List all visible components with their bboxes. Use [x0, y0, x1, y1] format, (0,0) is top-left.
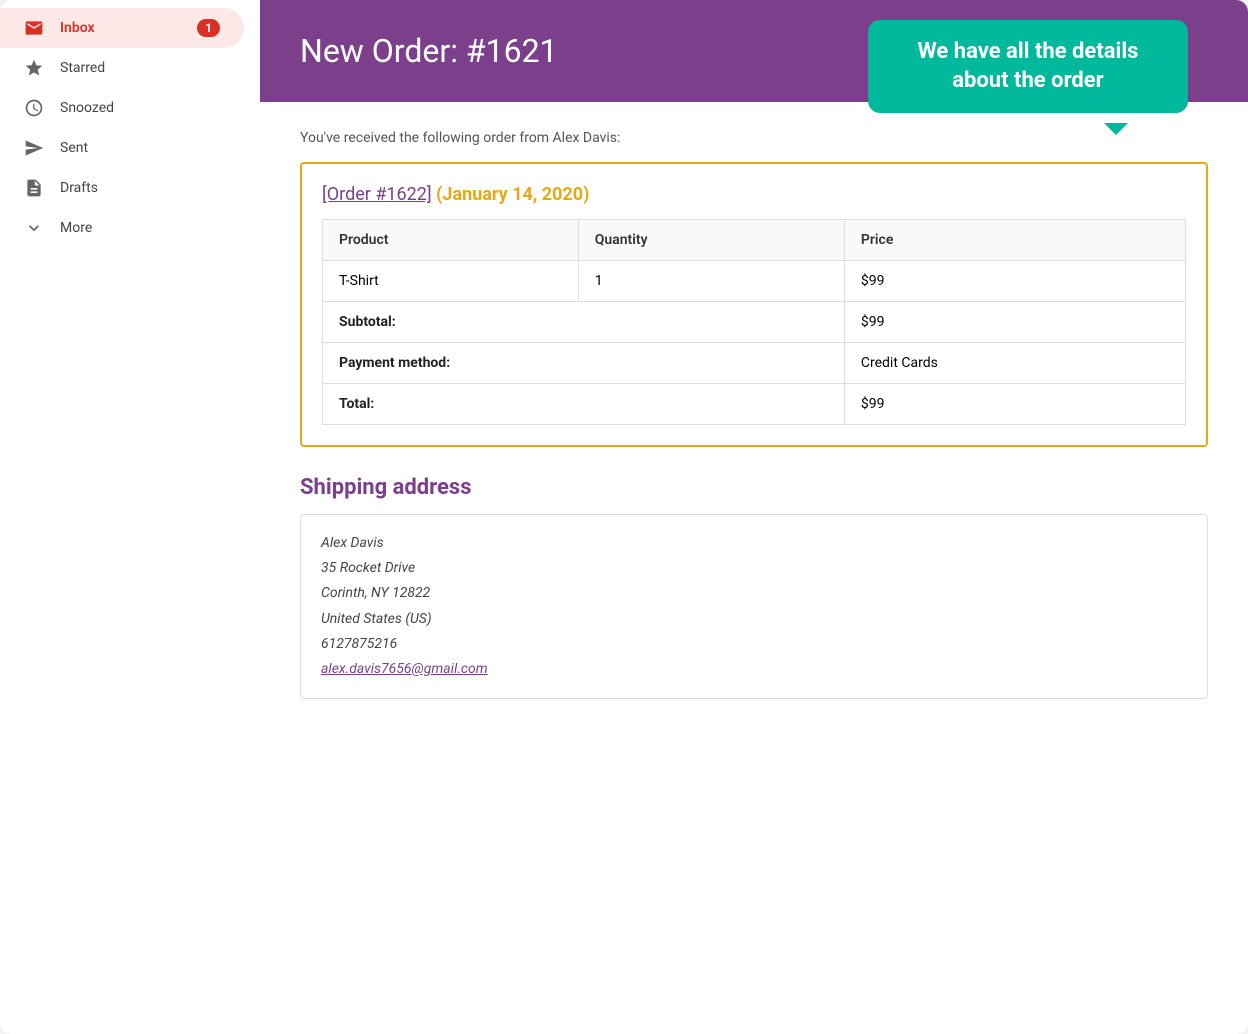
- inbox-icon: [24, 18, 44, 38]
- from-line: You've received the following order from…: [300, 130, 1208, 146]
- sidebar-item-label: Sent: [60, 140, 88, 156]
- product-name: T-Shirt: [323, 261, 579, 302]
- email-header: New Order: #1621 We have all the details…: [260, 0, 1248, 102]
- chevron-down-icon: [24, 218, 44, 238]
- product-quantity: 1: [578, 261, 844, 302]
- sidebar-item-label: Starred: [60, 60, 105, 76]
- order-link[interactable]: [Order #1622]: [322, 184, 432, 205]
- address-phone: 6127875216: [321, 632, 1187, 657]
- clock-icon: [24, 98, 44, 118]
- address-name: Alex Davis: [321, 531, 1187, 556]
- address-email[interactable]: alex.davis7656@gmail.com: [321, 661, 488, 677]
- address-city: Corinth, NY 12822: [321, 581, 1187, 606]
- table-row: T-Shirt 1 $99: [323, 261, 1186, 302]
- order-table: Product Quantity Price T-Shirt 1 $99 Sub…: [322, 219, 1186, 425]
- total-row: Total: $99: [323, 384, 1186, 425]
- subtotal-label: Subtotal:: [323, 302, 845, 343]
- order-date: (January 14, 2020): [436, 184, 589, 205]
- email-panel: New Order: #1621 We have all the details…: [260, 0, 1248, 1034]
- payment-label: Payment method:: [323, 343, 845, 384]
- sidebar-item-starred[interactable]: Starred: [0, 48, 244, 88]
- table-header-row: Product Quantity Price: [323, 220, 1186, 261]
- address-box: Alex Davis 35 Rocket Drive Corinth, NY 1…: [300, 514, 1208, 699]
- sidebar-item-sent[interactable]: Sent: [0, 128, 244, 168]
- star-icon: [24, 58, 44, 78]
- sidebar-item-drafts[interactable]: Drafts: [0, 168, 244, 208]
- sidebar-item-label: More: [60, 220, 92, 236]
- sidebar-item-label: Snoozed: [60, 100, 114, 116]
- sidebar-item-inbox[interactable]: Inbox 1: [0, 8, 244, 48]
- draft-icon: [24, 178, 44, 198]
- product-price: $99: [844, 261, 1185, 302]
- tooltip-bubble: We have all the details about the order: [868, 20, 1188, 113]
- inbox-badge: 1: [197, 19, 220, 37]
- shipping-section: Shipping address Alex Davis 35 Rocket Dr…: [300, 475, 1208, 699]
- address-street: 35 Rocket Drive: [321, 556, 1187, 581]
- sidebar-item-label: Inbox: [60, 20, 95, 36]
- total-label: Total:: [323, 384, 845, 425]
- payment-value: Credit Cards: [844, 343, 1185, 384]
- address-country: United States (US): [321, 607, 1187, 632]
- sidebar-item-label: Drafts: [60, 180, 98, 196]
- order-box: [Order #1622] (January 14, 2020) Product…: [300, 162, 1208, 447]
- col-quantity: Quantity: [578, 220, 844, 261]
- payment-row: Payment method: Credit Cards: [323, 343, 1186, 384]
- subtotal-row: Subtotal: $99: [323, 302, 1186, 343]
- sidebar: Inbox 1 Starred Snoozed Sent Drafts More: [0, 0, 260, 1034]
- total-value: $99: [844, 384, 1185, 425]
- tooltip-text: We have all the details about the order: [918, 39, 1139, 93]
- col-price: Price: [844, 220, 1185, 261]
- send-icon: [24, 138, 44, 158]
- order-title: [Order #1622] (January 14, 2020): [322, 184, 1186, 205]
- email-body: You've received the following order from…: [260, 102, 1248, 727]
- subtotal-value: $99: [844, 302, 1185, 343]
- col-product: Product: [323, 220, 579, 261]
- sidebar-item-snoozed[interactable]: Snoozed: [0, 88, 244, 128]
- sidebar-item-more[interactable]: More: [0, 208, 244, 248]
- shipping-title: Shipping address: [300, 475, 1208, 500]
